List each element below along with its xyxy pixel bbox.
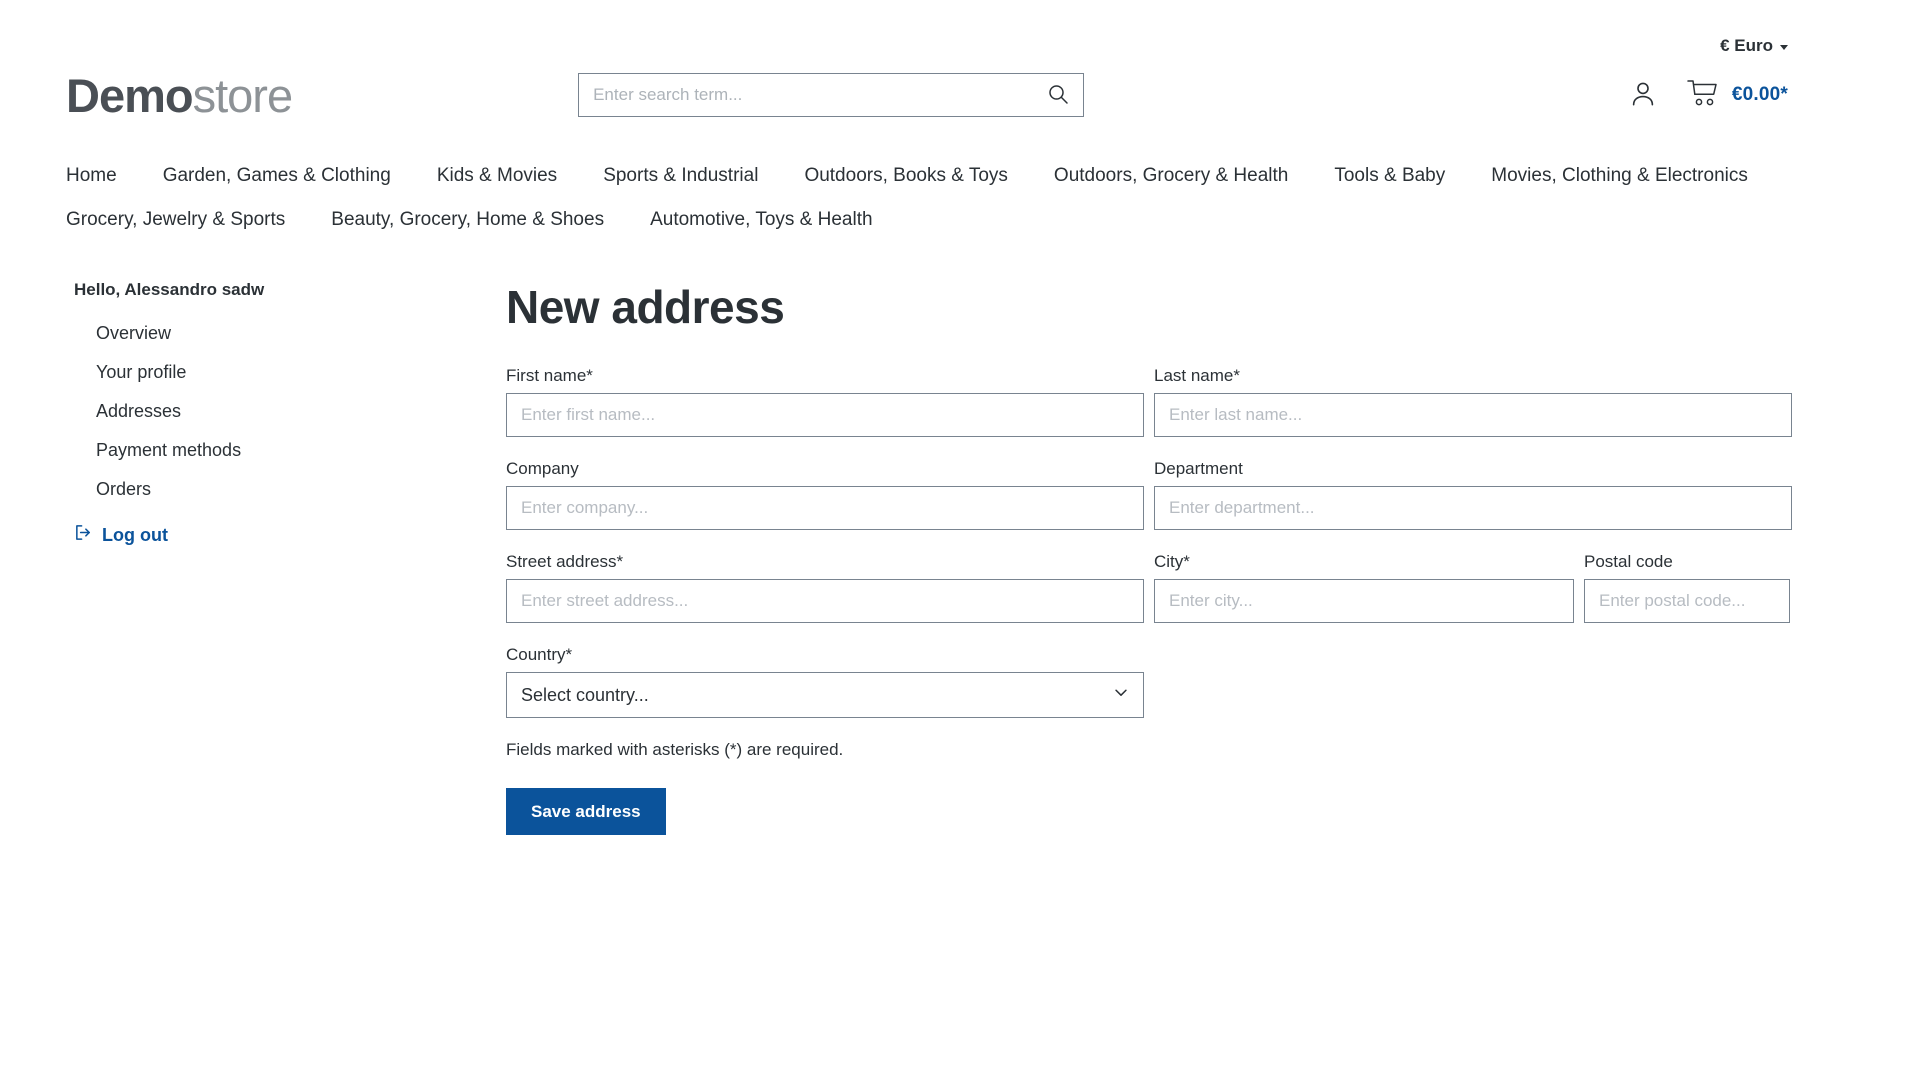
sidebar-item-payment-methods[interactable]: Payment methods (96, 431, 496, 470)
logo-light-text: store (192, 68, 293, 122)
logout-label: Log out (102, 524, 168, 545)
account-sidebar: Hello, Alessandro sadw Overview Your prof… (66, 280, 496, 835)
company-input[interactable] (506, 486, 1144, 530)
form-row-country: Country* Select country... (506, 645, 1792, 718)
topbar-container: € Euro (30, 0, 1890, 56)
nav-item-grocery-jewelry-sports[interactable]: Grocery, Jewelry & Sports (66, 198, 285, 242)
street-address-input[interactable] (506, 579, 1144, 623)
chevron-down-icon (1780, 45, 1788, 50)
nav-item-outdoors-grocery-health[interactable]: Outdoors, Grocery & Health (1054, 154, 1288, 198)
city-input[interactable] (1154, 579, 1574, 623)
country-select-wrapper: Select country... (506, 672, 1144, 718)
page-root: € Euro Demostore Enter search term... €0… (0, 0, 1920, 1080)
main-navigation-container: Home Garden, Games & Clothing Kids & Movie… (30, 130, 1890, 242)
account-menu-item: Overview (96, 314, 496, 353)
city-label: City* (1154, 552, 1190, 571)
navigation-row: Home Garden, Games & Clothing Kids & Movie… (66, 154, 1854, 242)
account-menu: Overview Your profile Addresses Payment met… (74, 314, 496, 509)
account-menu-item: Payment methods (96, 431, 496, 470)
sidebar-item-your-profile[interactable]: Your profile (96, 353, 496, 392)
logo-bold-text: Demo (66, 68, 194, 122)
sidebar-item-addresses[interactable]: Addresses (96, 392, 496, 431)
form-row-address: Street address* City* Postal code (506, 552, 1792, 623)
currency-selector[interactable]: € Euro (1720, 36, 1854, 56)
nav-item-automotive-toys-health[interactable]: Automotive, Toys & Health (650, 198, 872, 242)
logout-link[interactable]: Log out (74, 513, 496, 547)
topbar: € Euro (66, 0, 1854, 56)
first-name-label: First name* (506, 366, 593, 385)
search-box (578, 73, 1085, 117)
nav-item-kids-movies[interactable]: Kids & Movies (437, 154, 557, 198)
postal-code-input[interactable] (1584, 579, 1790, 623)
user-icon (1628, 79, 1658, 112)
nav-item-beauty-grocery-home-shoes[interactable]: Beauty, Grocery, Home & Shoes (331, 198, 604, 242)
logout-icon (74, 523, 93, 547)
search-submit-button[interactable] (1039, 74, 1077, 116)
header-actions: €0.00* (1628, 78, 1854, 113)
nav-item-movies-clothing-electronics[interactable]: Movies, Clothing & Electronics (1491, 154, 1748, 198)
new-address-form: First name* Last name* Company (506, 366, 1792, 835)
content-container: Hello, Alessandro sadw Overview Your prof… (30, 242, 1890, 835)
header: Demostore Enter search term... €0.00* (66, 56, 1854, 130)
account-menu-item: Orders (96, 470, 496, 509)
cart-widget[interactable]: €0.00* (1686, 78, 1788, 113)
nav-item-sports-industrial[interactable]: Sports & Industrial (603, 154, 758, 198)
form-row-names: First name* Last name* (506, 366, 1792, 437)
page-title: New address (506, 281, 785, 333)
sidebar-item-overview[interactable]: Overview (96, 314, 496, 353)
country-label: Country* (506, 645, 573, 664)
field-street-address: Street address* (506, 552, 1144, 623)
currency-label: € Euro (1720, 36, 1773, 55)
site-logo[interactable]: Demostore (66, 68, 293, 122)
sidebar-item-orders[interactable]: Orders (96, 470, 496, 509)
field-department: Department (1154, 459, 1792, 530)
header-container: Demostore Enter search term... €0.00* (30, 56, 1890, 130)
form-row-company: Company Department (506, 459, 1792, 530)
main-navigation: Home Garden, Games & Clothing Kids & Movie… (66, 130, 1854, 242)
account-menu-item: Addresses (96, 392, 496, 431)
country-select[interactable]: Select country... (506, 672, 1144, 718)
required-fields-hint: Fields marked with asterisks (*) are req… (506, 740, 844, 759)
account-menu-item: Your profile (96, 353, 496, 392)
field-last-name: Last name* (1154, 366, 1792, 437)
search-input[interactable] (579, 74, 1084, 116)
field-country: Country* Select country... (506, 645, 1144, 718)
last-name-label: Last name* (1154, 366, 1240, 385)
cart-total-amount: €0.00* (1731, 84, 1788, 105)
postal-code-label: Postal code (1584, 552, 1673, 571)
save-address-button[interactable]: Save address (506, 788, 666, 835)
department-input[interactable] (1154, 486, 1792, 530)
first-name-input[interactable] (506, 393, 1144, 437)
field-postal-code: Postal code (1584, 552, 1790, 623)
department-label: Department (1154, 459, 1243, 478)
nav-item-home[interactable]: Home (66, 154, 117, 198)
country-selected-value: Select country... (521, 684, 649, 705)
search-wrapper (578, 73, 1085, 117)
field-company: Company (506, 459, 1144, 530)
company-label: Company (506, 459, 579, 478)
shopping-cart-icon (1686, 78, 1720, 113)
last-name-input[interactable] (1154, 393, 1792, 437)
field-first-name: First name* (506, 366, 1144, 437)
search-icon (1046, 82, 1070, 109)
account-button[interactable] (1628, 79, 1658, 112)
content-area: Hello, Alessandro sadw Overview Your prof… (66, 242, 1854, 835)
nav-item-garden-games-clothing[interactable]: Garden, Games & Clothing (163, 154, 391, 198)
street-address-label: Street address* (506, 552, 624, 571)
user-greeting: Hello, Alessandro sadw (74, 280, 265, 299)
new-address-form-section: New address First name* Last name* (496, 280, 1892, 835)
nav-item-outdoors-books-toys[interactable]: Outdoors, Books & Toys (804, 154, 1007, 198)
field-city: City* (1154, 552, 1574, 623)
nav-item-tools-baby[interactable]: Tools & Baby (1334, 154, 1445, 198)
